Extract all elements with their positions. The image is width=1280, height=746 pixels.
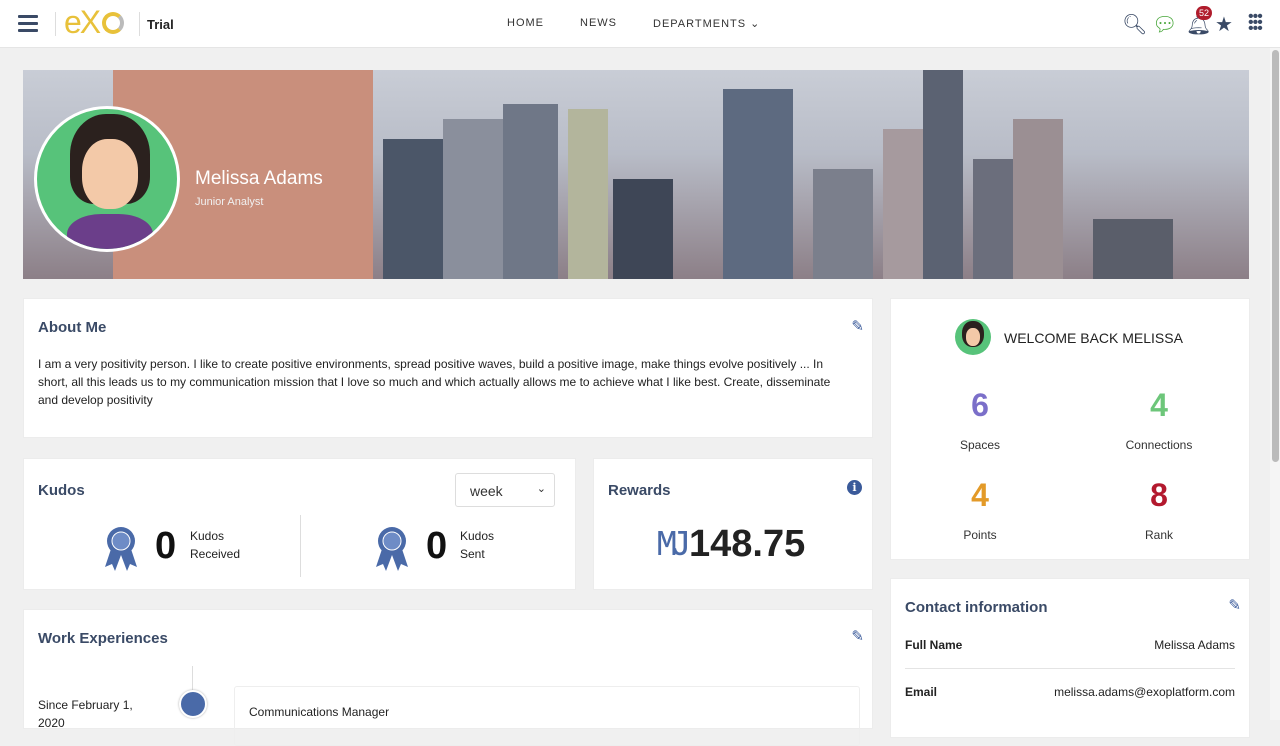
chevron-down-icon: ⌄ xyxy=(750,18,761,30)
card-title: Rewards xyxy=(608,482,671,499)
contact-email[interactable]: melissa.adams@exoplatform.com xyxy=(1054,683,1235,701)
about-me-card: About Me ✎ I am a very positivity person… xyxy=(23,298,873,438)
nav-news[interactable]: NEWS xyxy=(580,17,617,29)
connections-count[interactable]: 4 xyxy=(1099,387,1219,424)
edit-icon[interactable]: ✎ xyxy=(851,317,864,335)
contact-label: Email xyxy=(905,685,938,699)
user-avatar xyxy=(955,319,991,355)
spaces-count[interactable]: 6 xyxy=(920,387,1040,424)
kudos-card: Kudos week ⌄ 0 Kudos Received 0 Kudos Sent xyxy=(23,458,576,590)
contact-label: Full Name xyxy=(905,638,963,652)
divider xyxy=(55,12,56,36)
divider xyxy=(139,12,140,36)
timeline-dot xyxy=(179,690,207,718)
nav-departments[interactable]: DEPARTMENTS ⌄ xyxy=(653,17,760,30)
star-icon[interactable]: ★ xyxy=(1215,12,1233,37)
points-count[interactable]: 4 xyxy=(920,477,1040,514)
welcome-card: WELCOME BACK MELISSA 6 Spaces 4 Connecti… xyxy=(890,298,1250,560)
edit-icon[interactable]: ✎ xyxy=(851,627,864,645)
chat-icon[interactable]: 💬︎ xyxy=(1152,12,1177,37)
experience-item[interactable]: Communications Manager xyxy=(234,686,860,746)
profile-name: Melissa Adams xyxy=(195,168,323,189)
label: Kudos xyxy=(460,529,495,543)
menu-icon[interactable] xyxy=(18,15,38,36)
rank-label: Rank xyxy=(1144,528,1173,542)
label: Received xyxy=(190,547,241,561)
label: Kudos xyxy=(190,529,225,543)
spaces-label: Spaces xyxy=(959,438,1001,452)
brand-logo[interactable]: eX xyxy=(64,4,125,41)
points-label: Points xyxy=(963,528,997,542)
card-title: Work Experiences xyxy=(38,630,168,647)
kudos-sent-icon xyxy=(376,527,408,571)
kudos-received-icon xyxy=(105,527,137,571)
connections-label: Connections xyxy=(1125,438,1193,452)
rank-count[interactable]: 8 xyxy=(1099,477,1219,514)
experience-position: Communications Manager xyxy=(249,705,390,719)
rewards-card: Rewards i MJ 148.75 xyxy=(593,458,873,590)
about-text: I am a very positivity person. I like to… xyxy=(38,357,831,407)
info-icon[interactable]: i xyxy=(847,480,862,495)
nav-home[interactable]: HOME xyxy=(507,17,544,29)
kudos-sent-count: 0 xyxy=(426,525,448,567)
contact-card: Contact information ✎ Full Name Melissa … xyxy=(890,578,1250,738)
kudos-sent-label: Kudos Sent xyxy=(460,527,494,563)
period-value: week xyxy=(470,483,503,499)
edit-icon[interactable]: ✎ xyxy=(1228,596,1241,614)
rewards-value: 148.75 xyxy=(689,523,806,565)
top-bar: eX Trial HOME NEWS DEPARTMENTS ⌄ 🔍︎ 💬︎ 🔔… xyxy=(0,0,1280,48)
divider xyxy=(300,515,301,577)
chevron-down-icon: ⌄ xyxy=(536,483,546,495)
profile-avatar[interactable] xyxy=(34,106,180,252)
scrollbar[interactable] xyxy=(1270,48,1280,720)
experience-date: Since February 1, 2020 xyxy=(38,698,133,730)
notification-badge: 52 xyxy=(1196,6,1213,20)
period-select[interactable]: week ⌄ xyxy=(455,473,555,507)
currency-icon: MJ xyxy=(656,525,691,566)
kudos-received-label: Kudos Received xyxy=(190,527,240,563)
welcome-title: WELCOME BACK MELISSA xyxy=(1004,330,1183,346)
nav-departments-label: DEPARTMENTS xyxy=(653,18,747,30)
workspace-name: Trial xyxy=(147,17,174,32)
profile-role: Junior Analyst xyxy=(195,196,264,208)
card-title: Kudos xyxy=(38,482,85,499)
apps-grid-icon[interactable]: ••• ••• ••• xyxy=(1248,9,1263,37)
card-title: Contact information xyxy=(905,599,1048,616)
contact-value: Melissa Adams xyxy=(1154,638,1235,652)
label: Sent xyxy=(460,547,485,561)
card-title: About Me xyxy=(38,319,107,336)
divider xyxy=(905,668,1235,669)
search-icon[interactable]: 🔍︎ xyxy=(1122,12,1147,37)
kudos-received-count: 0 xyxy=(155,525,177,567)
work-experiences-card: Work Experiences ✎ Since February 1, 202… xyxy=(23,609,873,746)
